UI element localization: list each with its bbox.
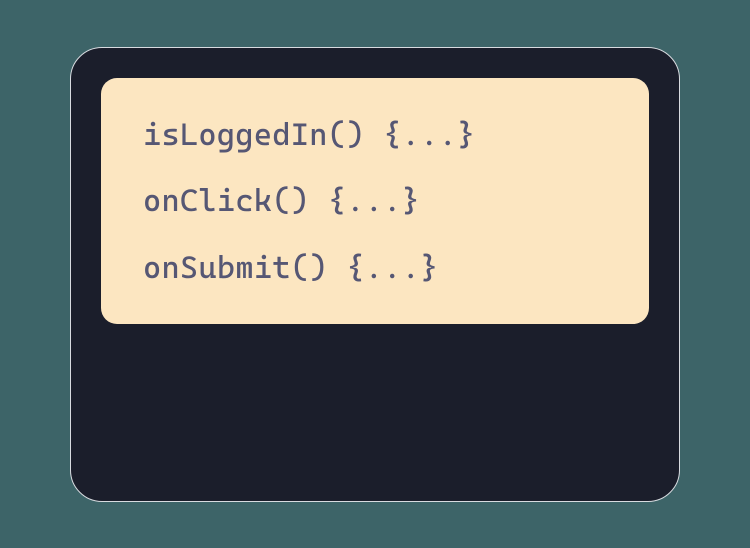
code-panel: isLoggedIn() {...} onClick() {...} onSub… xyxy=(101,78,649,324)
code-line: onClick() {...} xyxy=(143,182,607,221)
editor-frame: isLoggedIn() {...} onClick() {...} onSub… xyxy=(70,47,680,502)
code-line: onSubmit() {...} xyxy=(143,249,607,288)
code-line: isLoggedIn() {...} xyxy=(143,116,607,155)
